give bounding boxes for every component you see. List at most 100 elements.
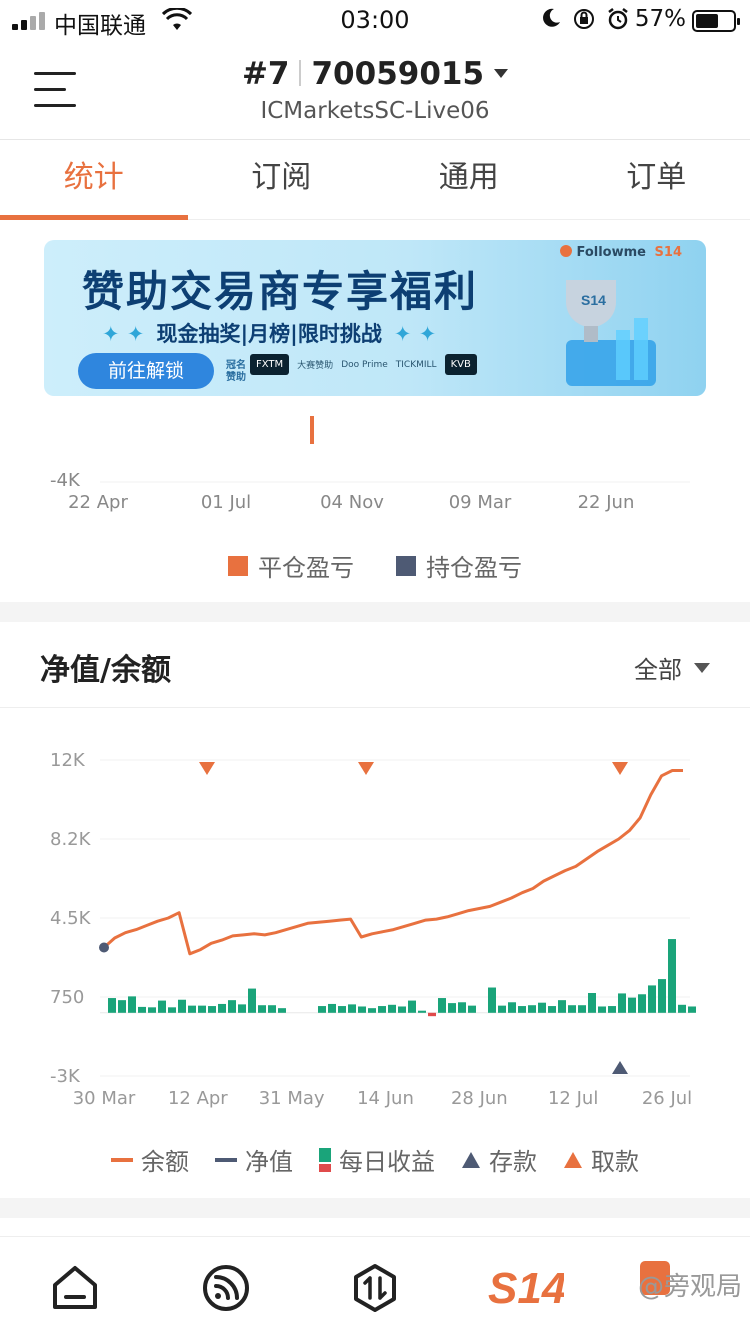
- daily-profit-bar: [138, 1006, 146, 1013]
- x-tick-label: 04 Nov: [320, 492, 384, 513]
- x-tick-label: 12 Apr: [168, 1088, 228, 1109]
- daily-profit-bar: [328, 1003, 336, 1013]
- daily-profit-bar: [168, 1007, 176, 1013]
- followme-logo-icon: [559, 245, 572, 257]
- daily-profit-bar: [678, 1004, 686, 1013]
- equity-balance-chart: 12K 8.2K 4.5K 750 -3K30 Mar 12 Apr 31 May 14 Ju…: [50, 750, 696, 1109]
- bar-legend-icon: [319, 1147, 331, 1172]
- x-tick-label: 26 Jul: [642, 1088, 692, 1109]
- feed-icon[interactable]: [201, 1263, 251, 1313]
- trade-icon[interactable]: [352, 1263, 398, 1313]
- x-tick-label: 14 Jun: [357, 1088, 414, 1109]
- daily-profit-bar: [508, 1002, 516, 1013]
- daily-profit-bar: [588, 992, 596, 1013]
- x-tick-label: 09 Mar: [449, 492, 512, 513]
- daily-profit-bar: [528, 1005, 536, 1013]
- sponsor-logo: Doo Prime: [341, 359, 388, 370]
- alarm-icon: [608, 8, 628, 30]
- x-tick-label: 31 May: [259, 1088, 325, 1109]
- tab-orders[interactable]: 订单: [563, 140, 750, 219]
- legend-item-deposit[interactable]: 存款: [461, 1142, 537, 1177]
- daily-profit-bar: [408, 1000, 416, 1013]
- promo-banner[interactable]: Followme S14 赞助交易商专享福利 ✦ ✦ 现金抽奖|月榜|限时挑战 ✦ …: [44, 240, 706, 396]
- daily-profit-bar: [348, 1004, 356, 1013]
- x-tick-label: 01 Jul: [201, 492, 251, 513]
- daily-profit-bar: [578, 1005, 586, 1013]
- sponsor-label: 冠名 赞助: [226, 360, 246, 383]
- daily-profit-bar: [248, 988, 256, 1013]
- daily-profit-bar: [188, 1005, 196, 1013]
- line-legend-icon: [215, 1157, 237, 1162]
- y-tick-label: -4K: [50, 470, 81, 491]
- banner-cta-button[interactable]: 前往解锁: [78, 353, 214, 389]
- square-icon: [396, 555, 416, 576]
- daily-profit-bar: [438, 998, 446, 1013]
- triangle-up-icon: [462, 1151, 480, 1168]
- daily-profit-bar: [268, 1005, 276, 1013]
- account-number: 70059015: [311, 56, 485, 92]
- s14-contest-icon[interactable]: S14: [488, 1259, 564, 1313]
- daily-profit-bar: [418, 1010, 426, 1013]
- triangle-up-icon: [564, 1151, 582, 1168]
- withdrawal-marker: [199, 762, 215, 775]
- legend-item-balance[interactable]: 余额: [111, 1142, 189, 1177]
- daily-profit-bar: [688, 1006, 696, 1013]
- legend-item-withdrawal[interactable]: 取款: [563, 1142, 639, 1177]
- daily-profit-bar: [518, 1006, 526, 1013]
- daily-profit-bar: [118, 1000, 126, 1013]
- server-name: ICMarketsSC-Live06: [260, 98, 490, 124]
- x-tick-label: 22 Jun: [578, 492, 635, 513]
- svg-text:S14: S14: [581, 292, 606, 308]
- s14-logo-icon: S14: [654, 245, 682, 260]
- banner-subtitle: ✦ ✦ 现金抽奖|月榜|限时挑战 ✦ ✦: [102, 322, 437, 346]
- daily-profit-bar: [158, 1000, 166, 1013]
- app-header: #7 70059015 ICMarketsSC-Live06: [0, 44, 750, 140]
- daily-profit-bar: [638, 994, 646, 1013]
- daily-profit-bar: [218, 1003, 226, 1013]
- section-divider: [0, 1198, 750, 1218]
- daily-profit-bar: [608, 1006, 616, 1013]
- svg-text:S14: S14: [488, 1264, 564, 1313]
- home-icon[interactable]: [50, 1263, 100, 1313]
- chevron-down-icon: [694, 662, 710, 673]
- daily-profit-bar: [488, 987, 496, 1013]
- section-separator: [0, 707, 750, 708]
- y-tick-label: 8.2K: [50, 829, 92, 850]
- daily-profit-bar: [468, 1005, 476, 1013]
- equity-legend: 余额 净值 每日收益 存款 取款: [0, 1142, 750, 1177]
- daily-profit-bar: [568, 1005, 576, 1013]
- account-selector[interactable]: #7 70059015: [0, 56, 750, 92]
- range-filter-dropdown[interactable]: 全部: [634, 650, 710, 685]
- x-tick-label: 22 Apr: [68, 492, 128, 513]
- account-index: #7: [241, 56, 290, 92]
- y-tick-label: 4.5K: [50, 908, 92, 929]
- deposit-marker: [612, 1061, 628, 1074]
- daily-profit-bar: [108, 998, 116, 1013]
- daily-profit-bar: [208, 1006, 216, 1013]
- sparkle-icon: ✦ ✦: [102, 322, 145, 346]
- sponsor-logo: KVB: [444, 354, 477, 375]
- banner-headline: 赞助交易商专享福利: [82, 267, 479, 316]
- section-divider: [0, 602, 750, 622]
- banner-brand: Followme S14: [559, 245, 682, 260]
- legend-item-open-pnl[interactable]: 持仓盈亏: [396, 548, 522, 583]
- daily-profit-bar: [378, 1006, 386, 1013]
- daily-profit-bar: [338, 1006, 346, 1013]
- daily-profit-bar: [558, 1000, 566, 1013]
- daily-profit-bar: [258, 1005, 266, 1013]
- sponsor-logo: FXTM: [250, 354, 290, 375]
- tab-general[interactable]: 通用: [375, 140, 563, 219]
- daily-profit-bar: [398, 1006, 406, 1013]
- daily-profit-bar: [628, 997, 636, 1013]
- tab-statistics[interactable]: 统计: [0, 140, 188, 220]
- balance-line: [103, 769, 683, 956]
- daily-profit-bar: [538, 1002, 546, 1013]
- legend-item-equity[interactable]: 净值: [215, 1142, 293, 1177]
- watermark: @旁观局: [637, 1272, 742, 1302]
- daily-profit-bar: [448, 1003, 456, 1013]
- legend-item-daily-profit[interactable]: 每日收益: [319, 1142, 435, 1177]
- pnl-bar: [310, 416, 314, 444]
- start-point-marker: [99, 942, 109, 953]
- tab-subscribe[interactable]: 订阅: [188, 140, 376, 219]
- legend-item-closed-pnl[interactable]: 平仓盈亏: [228, 548, 354, 583]
